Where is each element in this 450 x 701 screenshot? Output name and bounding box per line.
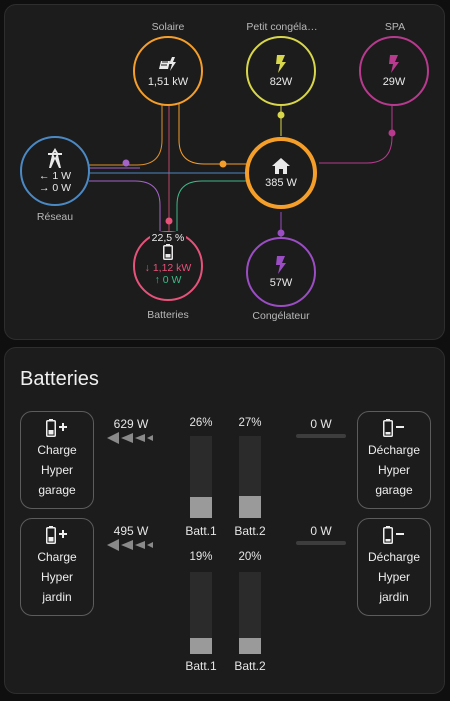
- flash-icon: [276, 54, 286, 73]
- battery-soc: 22,5 %: [149, 232, 187, 244]
- grid-label: Réseau: [36, 211, 74, 223]
- charge-hyper-jardin-button[interactable]: Charge Hyper jardin: [20, 518, 94, 616]
- battery-discharge: ↓ 1,12 kW: [144, 262, 192, 274]
- charging-arrows-icon: [107, 539, 157, 551]
- freezer-small-node[interactable]: 82W: [246, 36, 316, 106]
- batt1-name: Batt.1: [185, 659, 217, 673]
- discharge-indicator: [296, 541, 346, 545]
- charge-hyper-garage-button[interactable]: Charge Hyper garage: [20, 411, 94, 509]
- solar-node[interactable]: 1,51 kW: [133, 36, 203, 106]
- grid-export: → 0 W: [38, 182, 72, 194]
- solar-label: Solaire: [151, 21, 185, 33]
- batt2-percentage: 20%: [238, 551, 262, 563]
- spa-node[interactable]: 29W: [359, 36, 429, 106]
- batt1-percentage: 19%: [189, 551, 213, 563]
- battery-plus-icon: [46, 416, 68, 440]
- discharge-indicator: [296, 434, 346, 438]
- solar-panel-icon: [159, 56, 176, 71]
- transmission-tower-icon: [48, 148, 62, 168]
- batt1-level-fill: [190, 496, 212, 518]
- flow-dot: [388, 129, 396, 137]
- freezer-node[interactable]: 57W: [246, 237, 316, 307]
- battery-label: Batteries: [147, 309, 189, 321]
- flow-dot: [277, 111, 285, 119]
- home-value: 385 W: [265, 176, 297, 189]
- charge-line1: Charge: [37, 550, 77, 564]
- batt1-name: Batt.1: [185, 524, 217, 538]
- freezer-value: 57W: [269, 276, 293, 289]
- discharge-hyper-garage-button[interactable]: Décharge Hyper garage: [357, 411, 431, 509]
- charge-line3: garage: [38, 483, 76, 497]
- charge-line1: Charge: [37, 443, 77, 457]
- charge-line2: Hyper: [40, 570, 73, 584]
- freezer-label: Congélateur: [252, 310, 310, 322]
- flow-dot: [165, 217, 173, 225]
- batt2-level-fill: [239, 495, 261, 518]
- freezer-small-label: Petit congéla…: [246, 21, 318, 33]
- batt1-level-fill: [190, 638, 212, 654]
- flow-dot: [277, 229, 285, 237]
- discharge-line3: garage: [375, 483, 413, 497]
- battery-plus-icon: [46, 523, 68, 547]
- batt2-name: Batt.2: [234, 659, 266, 673]
- battery-charge: ↑ 0 W: [154, 274, 182, 286]
- flow-dot: [219, 160, 227, 168]
- home-node[interactable]: 385 W: [245, 137, 317, 209]
- discharge-line2: Hyper: [377, 570, 410, 584]
- charge-power: 495 W: [113, 524, 149, 538]
- solar-value: 1,51 kW: [147, 75, 189, 88]
- batt2-level-fill: [239, 637, 261, 654]
- home-icon: [272, 157, 290, 174]
- batt2-name: Batt.2: [234, 524, 266, 538]
- batteries-card: Batteries Charge Hyper garage 629 W 26% …: [4, 347, 445, 694]
- battery-minus-icon: [383, 523, 405, 547]
- discharge-line2: Hyper: [377, 463, 410, 477]
- battery-node[interactable]: 22,5 % ↓ 1,12 kW ↑ 0 W: [133, 231, 203, 301]
- spa-label: SPA: [384, 21, 406, 33]
- battery-minus-icon: [383, 416, 405, 440]
- discharge-line3: jardin: [379, 590, 409, 604]
- energy-flow-card: Solaire 1,51 kW Petit congéla… 82W SPA 2…: [4, 4, 445, 340]
- battery-icon: [163, 244, 173, 260]
- discharge-line1: Décharge: [367, 443, 421, 457]
- batteries-title: Batteries: [20, 368, 99, 390]
- flow-dot: [122, 159, 130, 167]
- discharge-power: 0 W: [310, 417, 332, 431]
- discharge-power: 0 W: [310, 524, 332, 538]
- batt1-percentage: 26%: [189, 417, 213, 429]
- flash-icon: [276, 255, 286, 274]
- freezer-small-value: 82W: [269, 75, 293, 88]
- batt1-level-bar: [190, 572, 212, 654]
- batt1-level-bar: [190, 436, 212, 518]
- batt2-level-bar: [239, 436, 261, 518]
- batt2-percentage: 27%: [238, 417, 262, 429]
- grid-import: ← 1 W: [38, 170, 72, 182]
- charging-arrows-icon: [107, 432, 157, 444]
- flash-icon: [389, 54, 399, 73]
- grid-node[interactable]: ← 1 W → 0 W: [20, 136, 90, 206]
- spa-value: 29W: [382, 75, 406, 88]
- charge-line2: Hyper: [40, 463, 73, 477]
- discharge-line1: Décharge: [367, 550, 421, 564]
- charge-power: 629 W: [113, 417, 149, 431]
- discharge-hyper-jardin-button[interactable]: Décharge Hyper jardin: [357, 518, 431, 616]
- batt2-level-bar: [239, 572, 261, 654]
- charge-line3: jardin: [42, 590, 72, 604]
